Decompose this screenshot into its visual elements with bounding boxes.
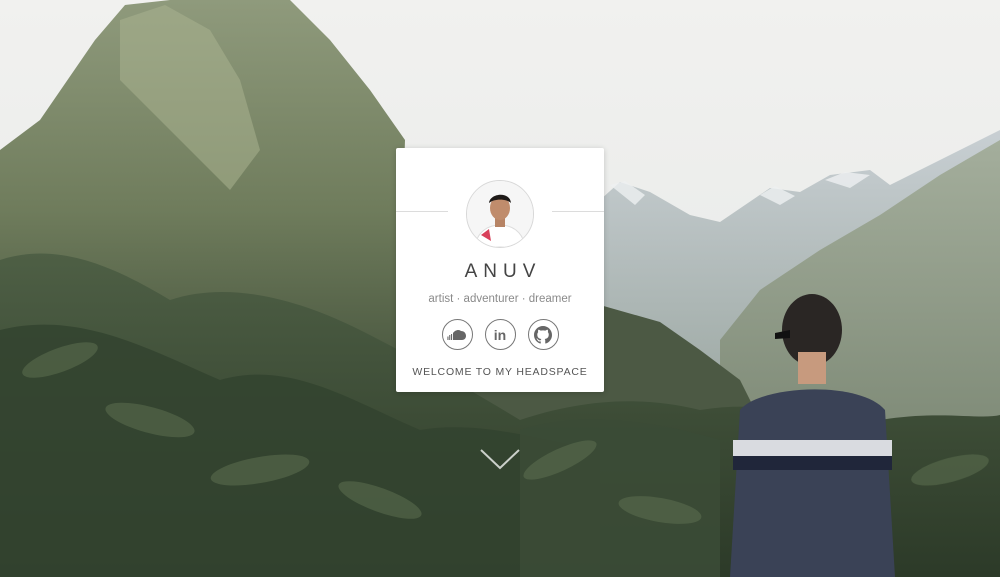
github-button[interactable] <box>527 319 559 350</box>
linkedin-button[interactable]: in <box>484 319 516 350</box>
profile-name: ANUV <box>464 261 542 282</box>
hero-background: ANUV artist · adventurer · dreamer in WE… <box>0 0 1000 577</box>
welcome-link[interactable]: WELCOME TO MY HEADSPACE <box>396 366 604 378</box>
avatar <box>466 180 534 248</box>
avatar-photo <box>467 181 533 247</box>
profile-card: ANUV artist · adventurer · dreamer in WE… <box>396 148 604 392</box>
profile-tagline: artist · adventurer · dreamer <box>428 293 572 305</box>
social-links: in <box>396 319 604 350</box>
github-icon <box>534 325 552 344</box>
divider-right <box>552 211 604 212</box>
chevron-down-icon[interactable] <box>479 448 521 472</box>
soundcloud-button[interactable] <box>441 319 473 350</box>
divider-left <box>396 211 448 212</box>
linkedin-icon: in <box>493 326 507 343</box>
soundcloud-icon <box>447 329 466 340</box>
